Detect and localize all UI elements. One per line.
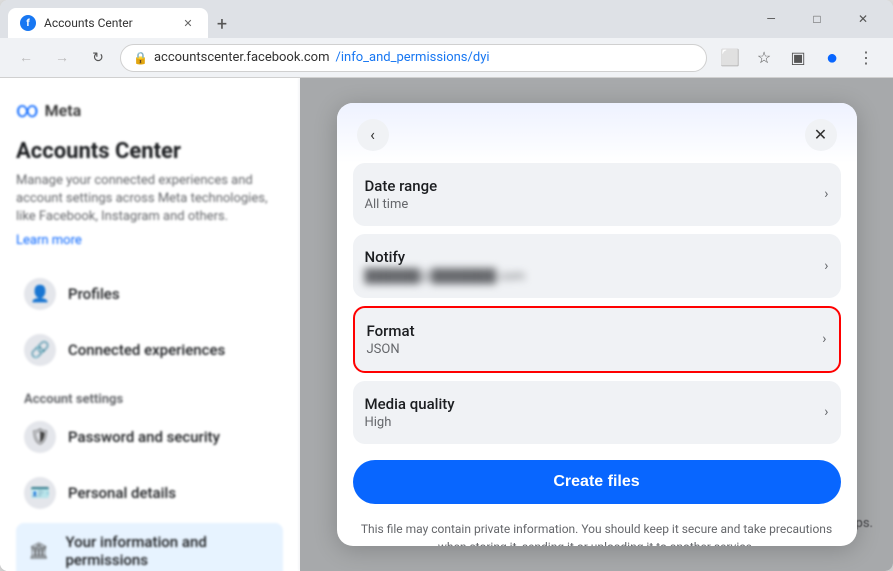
format-label: Format (367, 322, 415, 340)
notify-label: Notify (365, 248, 525, 266)
toolbar-actions: ⬜ ☆ ▣ ● ⋮ (715, 43, 881, 73)
menu-item-notify[interactable]: Notify ██████@███████.com › (353, 234, 841, 298)
accounts-center-page: ∞ Meta Accounts Center Manage your conne… (0, 78, 893, 571)
modal-overlay: ‹ ✕ Date range All time › (300, 78, 893, 571)
personal-label: Personal details (68, 484, 176, 502)
meta-logo-text: Meta (45, 101, 82, 120)
media-quality-label: Media quality (365, 395, 455, 413)
main-area: r apps. ‹ ✕ (300, 78, 893, 571)
url-path: /info_and_permissions/dyi (336, 50, 490, 65)
sidebar-item-password[interactable]: 🛡 Password and security (16, 411, 283, 463)
browser-window: f Accounts Center ✕ + — □ ✕ ← → ↻ 🔒 acco… (0, 0, 893, 571)
media-quality-chevron: › (824, 404, 828, 420)
tab-title: Accounts Center (44, 16, 172, 30)
modal-header: ‹ ✕ (337, 103, 857, 163)
password-label: Password and security (68, 428, 220, 446)
connected-icon: 🔗 (24, 334, 56, 366)
modal-dialog: ‹ ✕ Date range All time › (337, 103, 857, 547)
notify-value: ██████@███████.com (365, 268, 525, 284)
window-close-button[interactable]: ✕ (841, 4, 885, 34)
address-bar: ← → ↻ 🔒 accountscenter.facebook.com /inf… (0, 38, 893, 78)
create-files-button[interactable]: Create files (353, 460, 841, 504)
minimize-button[interactable]: — (749, 4, 793, 34)
cast-button[interactable]: ⬜ (715, 43, 745, 73)
personal-icon: 🪪 (24, 477, 56, 509)
sidebar-item-connected[interactable]: 🔗 Connected experiences (16, 324, 283, 376)
url-domain: accountscenter.facebook.com (154, 50, 330, 65)
modal-back-button[interactable]: ‹ (357, 119, 389, 151)
restore-button[interactable]: □ (795, 4, 839, 34)
connected-label: Connected experiences (68, 341, 225, 359)
menu-item-notify-content: Notify ██████@███████.com (365, 248, 525, 284)
learn-more-link[interactable]: Learn more (16, 233, 283, 248)
back-button[interactable]: ← (12, 44, 40, 72)
modal-close-button[interactable]: ✕ (805, 119, 837, 151)
sidebar-title: Accounts Center (16, 139, 283, 164)
browser-tab-active[interactable]: f Accounts Center ✕ (8, 8, 208, 38)
menu-item-format-content: Format JSON (367, 322, 415, 357)
media-quality-value: High (365, 415, 455, 430)
disclaimer-text: This file may contain private informatio… (353, 512, 841, 547)
sidebar-item-profiles[interactable]: 👤 Profiles (16, 268, 283, 320)
sidebar-description: Manage your connected experiences and ac… (16, 172, 283, 227)
tab-bar: f Accounts Center ✕ + (8, 0, 745, 38)
your-info-label: Your information and permissions (65, 533, 275, 569)
menu-item-media-quality-content: Media quality High (365, 395, 455, 430)
menu-item-date-range-content: Date range All time (365, 177, 438, 212)
lock-icon: 🔒 (133, 51, 148, 65)
title-bar: f Accounts Center ✕ + — □ ✕ (0, 0, 893, 38)
modal-body: Date range All time › Notify ██████@████… (337, 163, 857, 547)
format-chevron: › (822, 331, 826, 347)
your-info-icon: 🏛 (24, 535, 53, 567)
date-range-value: All time (365, 197, 438, 212)
menu-item-media-quality[interactable]: Media quality High › (353, 381, 841, 444)
format-value: JSON (367, 342, 415, 357)
meta-logo: ∞ Meta (16, 98, 283, 123)
date-range-chevron: › (824, 186, 828, 202)
url-bar[interactable]: 🔒 accountscenter.facebook.com /info_and_… (120, 44, 707, 72)
tab-close-button[interactable]: ✕ (180, 15, 196, 31)
menu-item-format[interactable]: Format JSON › (353, 306, 841, 373)
sidebar: ∞ Meta Accounts Center Manage your conne… (0, 78, 300, 571)
notify-chevron: › (824, 258, 828, 274)
meta-logo-icon: ∞ (16, 98, 39, 123)
tab-favicon: f (20, 15, 36, 31)
sidebar-nav: 👤 Profiles 🔗 Connected experiences Accou… (16, 268, 283, 571)
sidebar-item-personal[interactable]: 🪪 Personal details (16, 467, 283, 519)
profiles-label: Profiles (68, 285, 120, 303)
bookmark-button[interactable]: ☆ (749, 43, 779, 73)
window-controls: — □ ✕ (749, 4, 885, 34)
date-range-label: Date range (365, 177, 438, 195)
menu-button[interactable]: ⋮ (851, 43, 881, 73)
sidebar-item-your-info[interactable]: 🏛 Your information and permissions (16, 523, 283, 571)
profile-button[interactable]: ● (817, 43, 847, 73)
sidebar-toggle-button[interactable]: ▣ (783, 43, 813, 73)
forward-button[interactable]: → (48, 44, 76, 72)
password-icon: 🛡 (24, 421, 56, 453)
page-content: ∞ Meta Accounts Center Manage your conne… (0, 78, 893, 571)
profiles-icon: 👤 (24, 278, 56, 310)
account-settings-heading: Account settings (16, 384, 283, 411)
refresh-button[interactable]: ↻ (84, 44, 112, 72)
new-tab-button[interactable]: + (208, 10, 236, 38)
menu-item-date-range[interactable]: Date range All time › (353, 163, 841, 226)
